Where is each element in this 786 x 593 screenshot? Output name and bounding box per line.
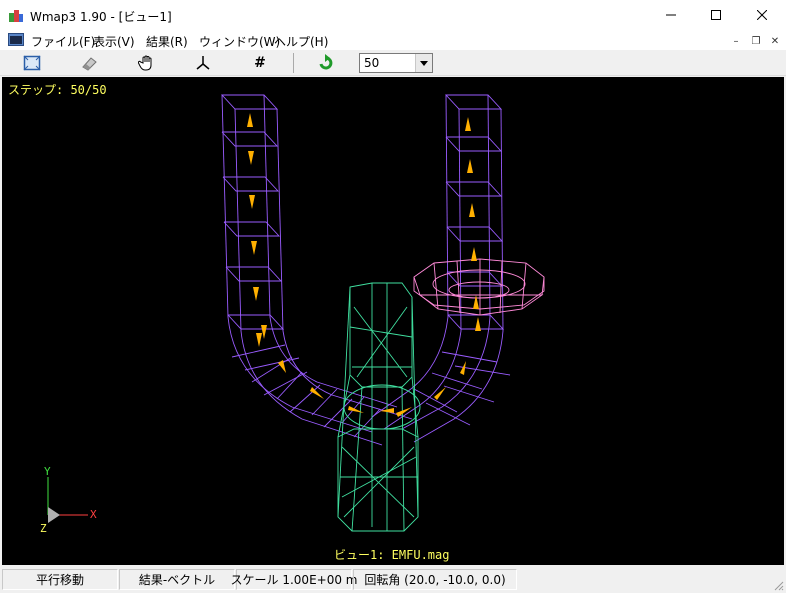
status-result: 結果-ベクトル [119,569,235,590]
view-fit-icon [23,55,41,71]
toolbar-separator [293,53,294,73]
document-window-icon[interactable] [8,33,24,47]
pan-button[interactable] [135,52,159,74]
menu-window[interactable]: ウィンドウ(W) [199,33,280,50]
refresh-arrow-icon [319,54,333,70]
eraser-icon [82,57,97,71]
menu-view[interactable]: 表示(V) [93,33,135,50]
step-combo-dropdown[interactable] [415,54,432,72]
chevron-down-icon [420,60,428,66]
flux-vector-arrows [247,113,481,417]
mdi-minimize-button[interactable]: – [728,33,744,49]
refresh-button[interactable] [314,52,338,74]
menu-help[interactable]: ヘルプ(H) [274,33,328,50]
minimize-button[interactable] [648,0,694,30]
ring-coil-mesh [413,258,545,316]
step-combo-value: 50 [364,56,380,70]
app-icon [9,10,23,22]
axis-z-label: Z [40,522,47,535]
mdi-restore-button[interactable]: ❐ [748,33,764,49]
minimize-icon [666,14,676,16]
title-bar: Wmap3 1.90 - [ビュー1] [0,0,786,30]
maximize-button[interactable] [693,0,739,30]
erase-button[interactable] [77,52,101,74]
hand-pan-icon [138,55,152,71]
right-tube-mesh [371,94,511,443]
toolbar: # 50 [0,50,786,76]
close-button[interactable] [739,0,785,30]
window-title: Wmap3 1.90 - [ビュー1] [30,10,172,24]
status-bar: 平行移動 結果-ベクトル スケール 1.00E+00 m 回転角 (20.0, … [0,566,786,593]
axis-triad [47,477,88,523]
menu-bar: ファイル(F) 表示(V) 結果(R) ウィンドウ(W) ヘルプ(H) [0,30,786,50]
status-mode: 平行移動 [2,569,118,590]
step-combo[interactable]: 50 [359,53,433,73]
maximize-icon [711,10,721,20]
grid-button[interactable]: # [248,52,272,74]
menu-result[interactable]: 結果(R) [146,33,188,50]
close-icon [757,10,767,20]
model-scene[interactable]: Y X Z [2,77,784,565]
mdi-close-button[interactable]: ✕ [767,33,783,49]
fit-view-button[interactable] [20,52,44,74]
menu-file[interactable]: ファイル(F) [31,33,95,50]
resize-grip-icon[interactable] [772,579,784,591]
view-caption: ビュー1: EMFU.mag [334,548,450,562]
rotate-button[interactable] [191,52,215,74]
3d-viewport[interactable]: Y X Z ステップ: 50/50 ビュー1: EMFU.mag [2,77,784,565]
status-scale: スケール 1.00E+00 m [231,569,357,590]
status-rotation: 回転角 (20.0, -10.0, 0.0) [353,569,517,590]
step-indicator: ステップ: 50/50 [8,83,107,97]
axis-x-label: X [90,508,97,521]
axis-y-label: Y [44,465,51,478]
axes-rotate-icon [196,56,210,70]
